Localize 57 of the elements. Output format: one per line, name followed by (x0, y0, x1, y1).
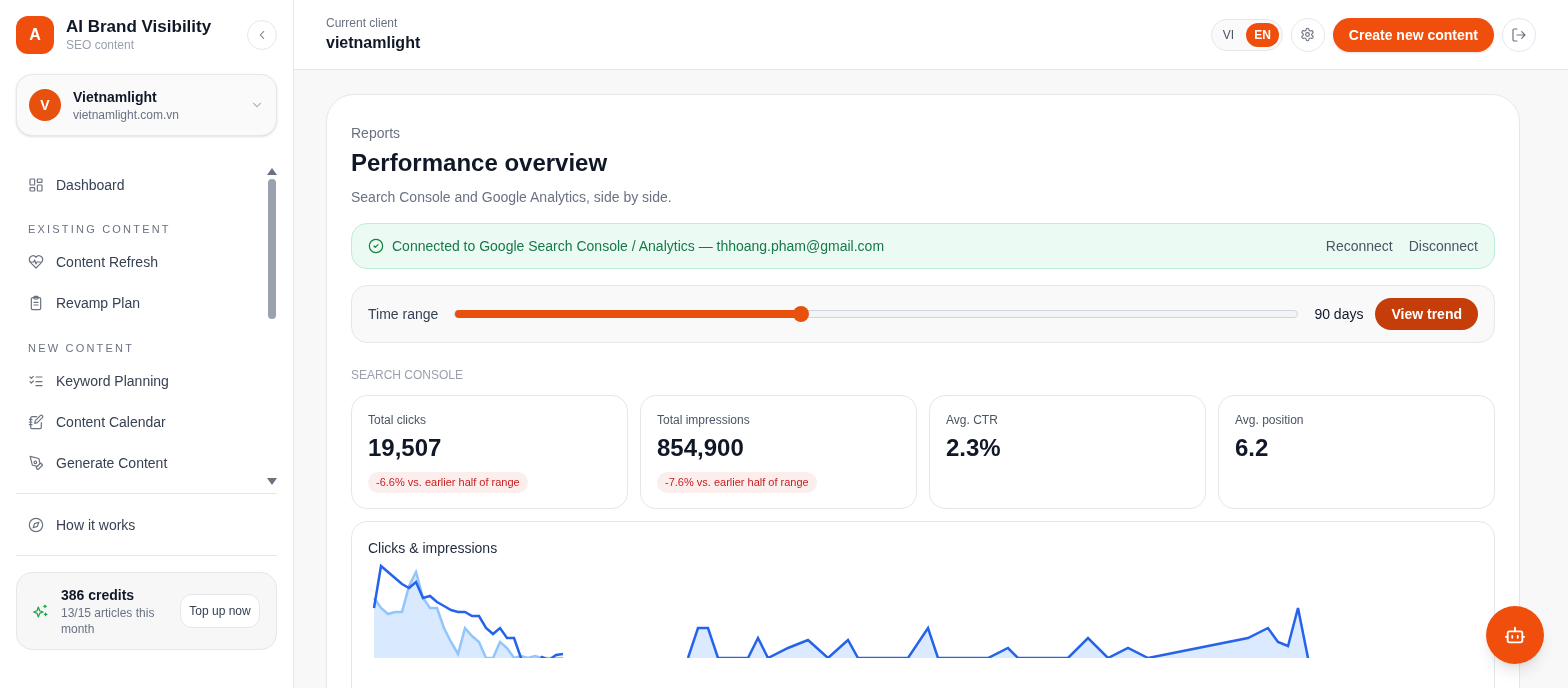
stat-value: 19,507 (368, 433, 443, 463)
create-content-button[interactable]: Create new content (1332, 17, 1494, 52)
clipboard-icon (28, 295, 44, 311)
current-client: vietnamlight (326, 32, 422, 53)
stat-value: 2.3% (946, 433, 1002, 463)
stat-label: Total impressions (657, 412, 751, 428)
client-domain: vietnamlight.com.vn (73, 107, 181, 123)
time-range-label: Time range (368, 305, 439, 324)
stat-delta: -7.6% vs. earlier half of range (657, 472, 817, 493)
dashboard-icon (28, 176, 44, 193)
how-it-works-link[interactable]: How it works (16, 494, 277, 556)
section-heading: EXISTING CONTENT (27, 222, 172, 237)
client-name: Vietnamlight (73, 88, 158, 107)
heart-pulse-icon (28, 254, 44, 270)
header-caption: Current client (326, 14, 399, 31)
notebook-pen-icon (28, 413, 44, 430)
time-range-value: 90 days (1314, 305, 1364, 324)
section-heading: NEW CONTENT (27, 340, 136, 356)
credits-balance: 386 credits (61, 586, 136, 605)
nav-item[interactable]: Revamp Plan (16, 282, 267, 324)
brand-subtitle: SEO content (66, 37, 136, 53)
client-switcher[interactable]: V Vietnamlight vietnamlight.com.vn (16, 74, 277, 136)
stat-value: 854,900 (657, 433, 745, 463)
credits-usage: 13/15 articles this month (61, 605, 156, 637)
nav-item[interactable]: Dashboard (16, 164, 267, 205)
stat-label: Avg. CTR (946, 412, 999, 428)
connection-action-link[interactable]: Reconnect (1325, 236, 1393, 256)
language-option[interactable]: EN (1246, 22, 1279, 47)
brand-name: AI Brand Visibility (66, 17, 213, 37)
nav-item[interactable]: Keyword Planning (16, 360, 267, 401)
logout-icon (1511, 26, 1527, 43)
client-avatar: V (29, 89, 61, 121)
nav-item[interactable]: Generate Content (16, 442, 267, 483)
robot-icon (1504, 624, 1526, 646)
check-circle-icon (368, 238, 384, 254)
connection-action-link[interactable]: Disconnect (1408, 236, 1478, 256)
stat-delta: -6.6% vs. earlier half of range (368, 472, 528, 493)
connection-status: Connected to Google Search Console / Analytics — thhoang.pham@gmail.com (392, 237, 886, 256)
eyebrow-label: Reports (351, 124, 402, 143)
stat-value: 6.2 (1235, 433, 1270, 463)
top-up-button[interactable]: Top up now (180, 594, 260, 628)
compass-icon (28, 516, 44, 533)
page-title: Performance overview (351, 148, 609, 178)
nav-item[interactable]: Content Refresh (16, 241, 267, 283)
sparkles-icon (33, 603, 49, 619)
slider-thumb[interactable] (792, 306, 809, 322)
page-subtitle: Search Console and Google Analytics, side by side. (351, 188, 673, 207)
stat-label: Avg. position (1235, 412, 1305, 428)
chart-title: Clicks & impressions (368, 539, 499, 558)
stat-label: Total clicks (368, 412, 427, 428)
pen-tool-icon (28, 454, 44, 471)
brand-logo: A (16, 16, 54, 54)
nav-item[interactable]: Content Calendar (16, 401, 267, 442)
language-option[interactable]: VI (1214, 22, 1243, 47)
section-heading: SEARCH CONSOLE (351, 367, 465, 383)
settings-icon (1300, 27, 1316, 42)
view-trend-button[interactable]: View trend (1375, 298, 1478, 330)
